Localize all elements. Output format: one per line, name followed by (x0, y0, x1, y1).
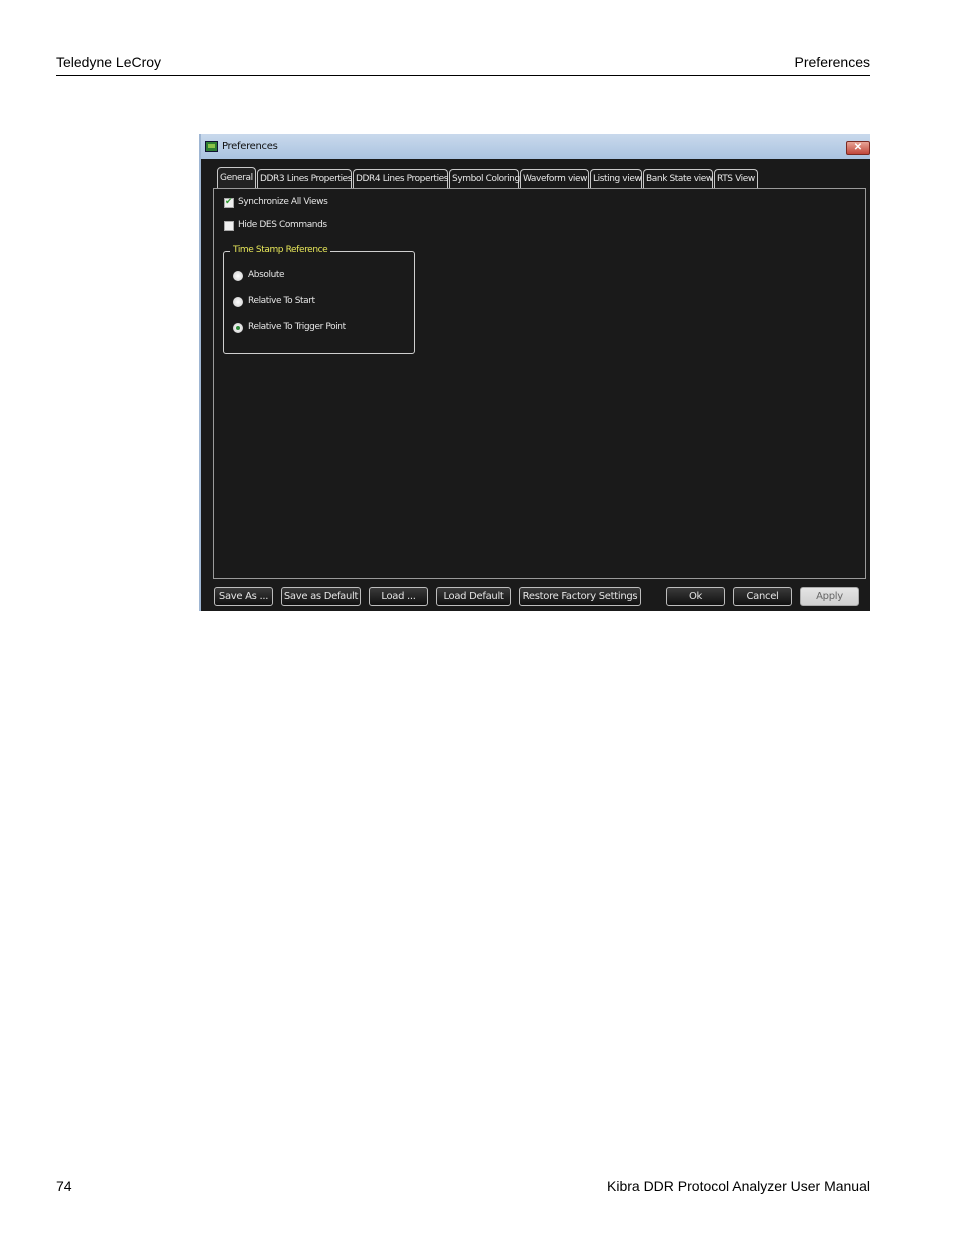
page-number: 74 (56, 1178, 72, 1194)
time-stamp-reference-title: Time Stamp Reference (230, 245, 331, 255)
absolute-label[interactable]: Absolute (248, 270, 285, 280)
close-icon: ✕ (853, 142, 863, 153)
absolute-radio[interactable] (233, 271, 243, 281)
page-header-company: Teledyne LeCroy (56, 54, 162, 70)
tab-ddr3-lines-properties[interactable]: DDR3 Lines Properties (257, 169, 352, 188)
tab-listing-view[interactable]: Listing view (590, 169, 642, 188)
ok-button[interactable]: Ok (666, 587, 725, 606)
tab-bank-state-view[interactable]: Bank State view (643, 169, 713, 188)
synchronize-all-views-label[interactable]: Synchronize All Views (238, 197, 328, 207)
save-as-default-button[interactable]: Save as Default (281, 587, 361, 606)
cancel-button[interactable]: Cancel (733, 587, 792, 606)
hide-des-commands-label[interactable]: Hide DES Commands (238, 220, 327, 230)
relative-to-start-label[interactable]: Relative To Start (248, 296, 315, 306)
tab-general[interactable]: General (217, 167, 256, 188)
manual-title: Kibra DDR Protocol Analyzer User Manual (607, 1178, 870, 1194)
save-as-button[interactable]: Save As ... (214, 587, 273, 606)
tab-symbol-coloring[interactable]: Symbol Coloring (449, 169, 520, 188)
synchronize-all-views-checkbox[interactable] (224, 196, 234, 208)
hide-des-commands-checkbox[interactable] (224, 221, 234, 231)
restore-factory-settings-button[interactable]: Restore Factory Settings (519, 587, 641, 606)
relative-to-trigger-point-radio[interactable] (233, 323, 243, 333)
dialog-title: Preferences (222, 141, 278, 152)
load-button[interactable]: Load ... (369, 587, 428, 606)
relative-to-trigger-point-label[interactable]: Relative To Trigger Point (248, 322, 346, 332)
tab-waveform-view[interactable]: Waveform view (520, 169, 589, 188)
app-icon (205, 141, 218, 152)
preferences-dialog: Preferences ✕ General DDR3 Lines Propert… (199, 134, 870, 611)
load-default-button[interactable]: Load Default (436, 587, 511, 606)
apply-button[interactable]: Apply (800, 587, 859, 606)
tab-rts-view[interactable]: RTS View (714, 169, 758, 188)
tab-bar: General DDR3 Lines Properties DDR4 Lines… (217, 167, 759, 188)
tab-ddr4-lines-properties[interactable]: DDR4 Lines Properties (353, 169, 448, 188)
page-header-section: Preferences (794, 54, 870, 70)
dialog-titlebar[interactable]: Preferences ✕ (201, 134, 870, 159)
close-button[interactable]: ✕ (846, 141, 870, 155)
relative-to-start-radio[interactable] (233, 297, 243, 307)
header-divider (56, 75, 870, 76)
